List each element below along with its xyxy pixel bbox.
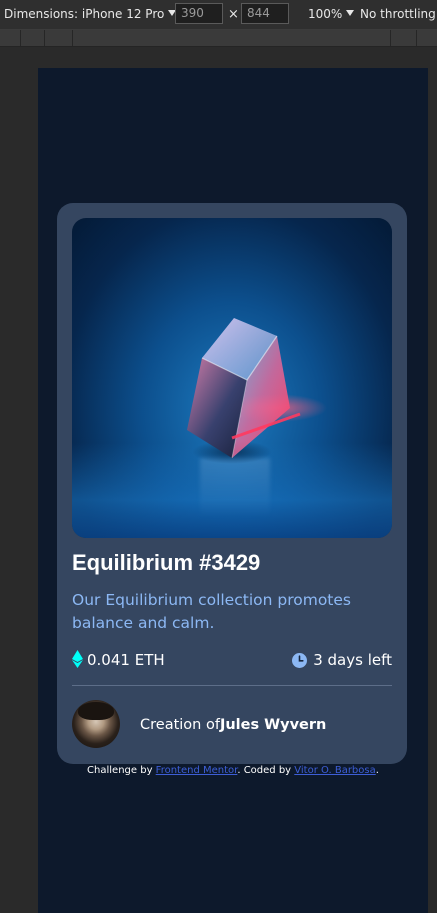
attribution: Challenge by Frontend Mentor. Coded by V… [38,765,428,776]
device-viewport: Equilibrium #3429 Our Equilibrium collec… [38,68,428,913]
price: 0.041 ETH [72,649,165,671]
attribution-suffix: . [375,765,379,776]
attribution-prefix: Challenge by [87,765,156,776]
author-link[interactable]: Vitor O. Barbosa [294,765,375,776]
creator-name[interactable]: Jules Wyvern [220,717,326,733]
throttling-dropdown[interactable]: No throttling [360,0,437,29]
time-left-value: 3 days left [313,651,392,669]
throttling-label: No throttling [360,7,436,21]
nft-meta: 0.041 ETH 3 days left [72,649,392,671]
nft-image[interactable] [72,218,392,538]
devtools-device-toolbar: Dimensions: iPhone 12 Pro 390 × 844 100%… [0,0,437,30]
creator-prefix: Creation of [140,717,220,733]
dimensions-label: Dimensions: iPhone 12 Pro [4,7,165,21]
nft-description: Our Equilibrium collection promotes bala… [72,591,351,632]
nft-card: Equilibrium #3429 Our Equilibrium collec… [57,203,407,764]
clock-icon [292,653,308,668]
times-symbol: × [228,7,239,22]
nft-title[interactable]: Equilibrium #3429 [72,550,260,576]
media-query-bar[interactable] [0,30,437,47]
height-input[interactable]: 844 [241,3,289,24]
frontend-mentor-link[interactable]: Frontend Mentor [156,765,238,776]
avatar-hair [78,702,114,720]
width-input[interactable]: 390 [175,3,223,24]
zoom-label: 100% [308,7,343,21]
divider [72,685,392,686]
ruler-tick [20,30,21,46]
ethereum-icon [72,650,83,668]
ruler-tick [390,30,391,46]
price-value: 0.041 ETH [87,651,165,669]
time-left: 3 days left [292,649,392,671]
attribution-middle: . Coded by [237,765,295,776]
creator-line: Creation ofJules Wyvern [140,714,326,736]
dimensions-dropdown[interactable]: Dimensions: iPhone 12 Pro [4,0,177,29]
zoom-dropdown[interactable]: 100% [308,0,355,29]
chevron-down-icon [346,10,355,16]
cube-illustration [187,318,327,459]
ruler-tick [44,30,45,46]
ruler-tick [416,30,417,46]
ruler-tick [72,30,73,46]
avatar [72,700,120,748]
